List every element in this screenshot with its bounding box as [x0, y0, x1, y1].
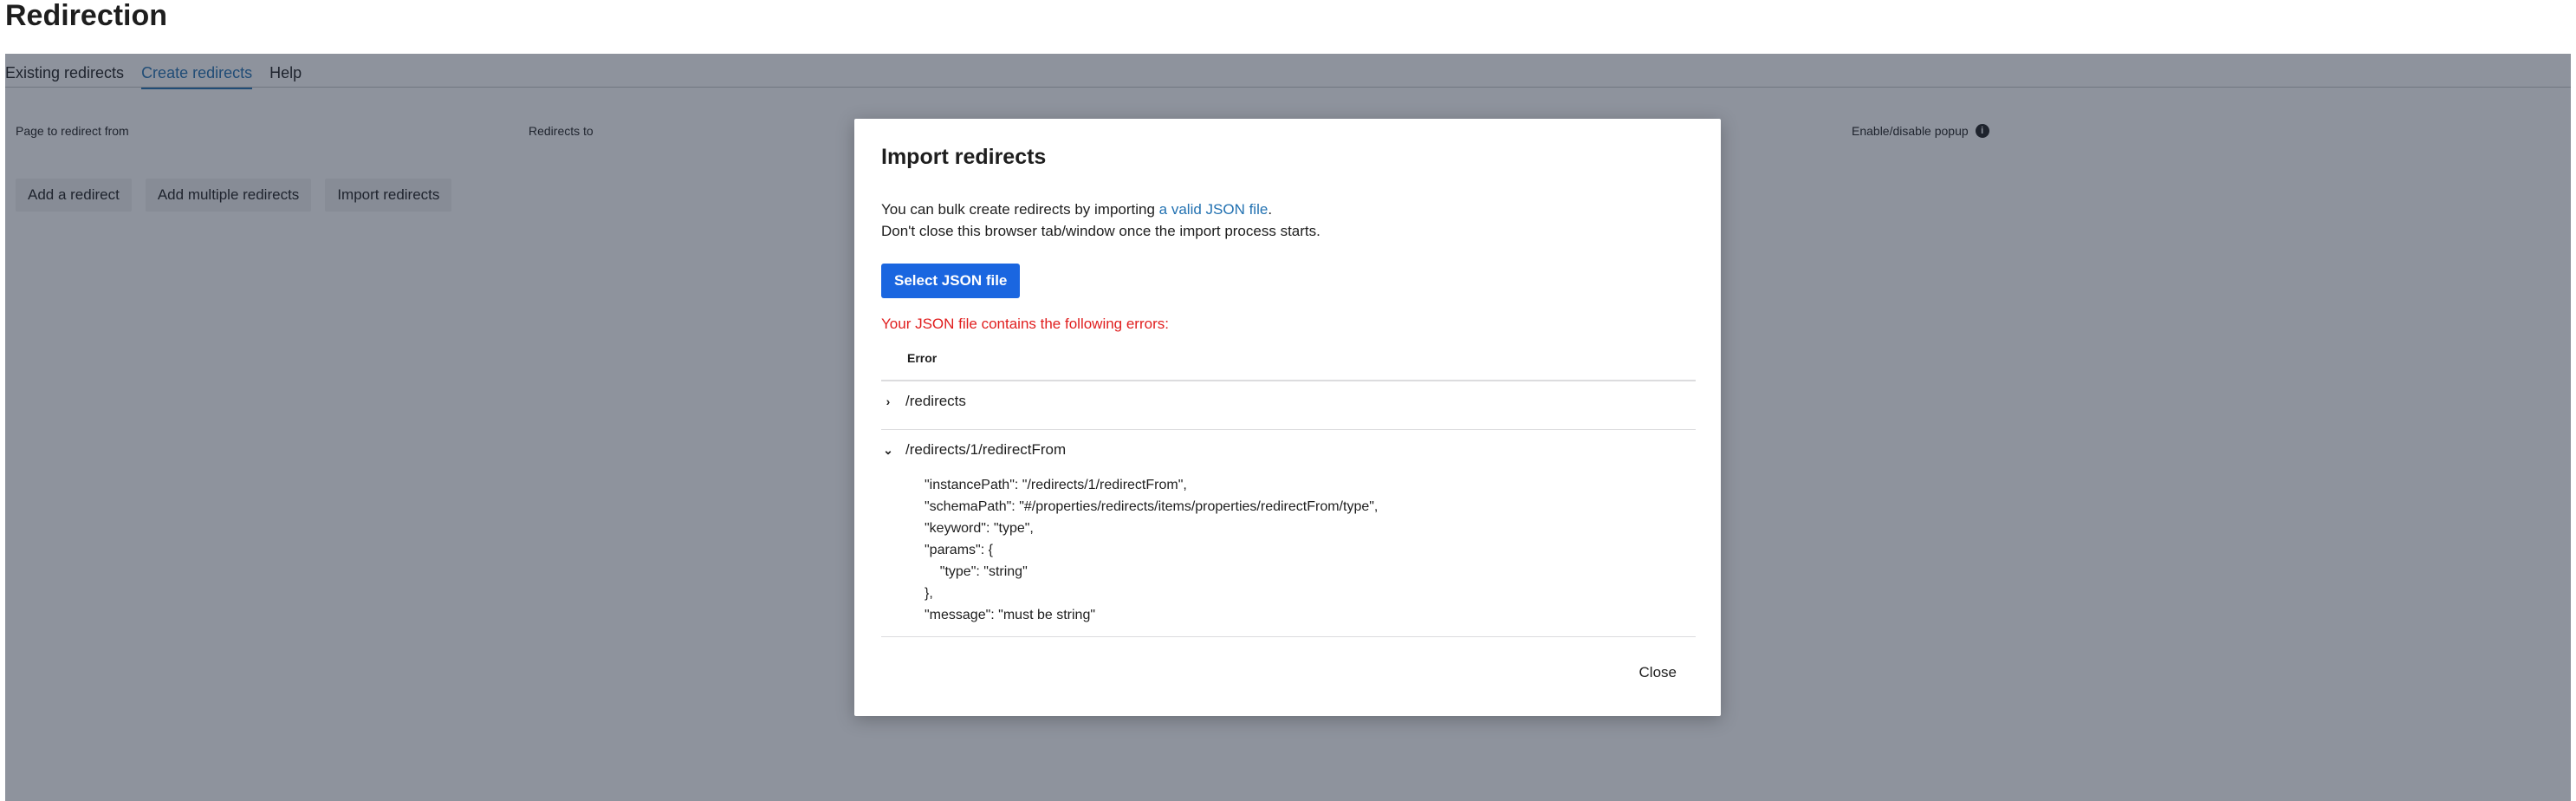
modal-title: Import redirects — [881, 145, 1047, 169]
error-table-divider — [881, 380, 1696, 381]
modal-description: You can bulk create redirects by importi… — [881, 201, 1320, 239]
valid-json-link[interactable]: a valid JSON file — [1159, 201, 1269, 218]
close-button[interactable]: Close — [1634, 663, 1682, 682]
error-detail-json: "instancePath": "/redirects/1/redirectFr… — [925, 478, 1379, 622]
error-row-redirect-from[interactable]: ⌄ /redirects/1/redirectFrom — [881, 441, 1696, 459]
error-detail-divider — [881, 636, 1696, 637]
error-row-divider — [881, 429, 1696, 430]
page-title: Redirection — [5, 0, 168, 32]
import-redirects-modal: Import redirects You can bulk create red… — [854, 119, 1721, 716]
error-column-header: Error — [907, 351, 938, 365]
error-message: Your JSON file contains the following er… — [881, 316, 1169, 332]
chevron-right-icon[interactable]: › — [881, 394, 895, 408]
error-row-redirects[interactable]: › /redirects — [881, 393, 1696, 410]
chevron-down-icon[interactable]: ⌄ — [881, 443, 895, 457]
select-json-file-button[interactable]: Select JSON file — [881, 264, 1021, 298]
